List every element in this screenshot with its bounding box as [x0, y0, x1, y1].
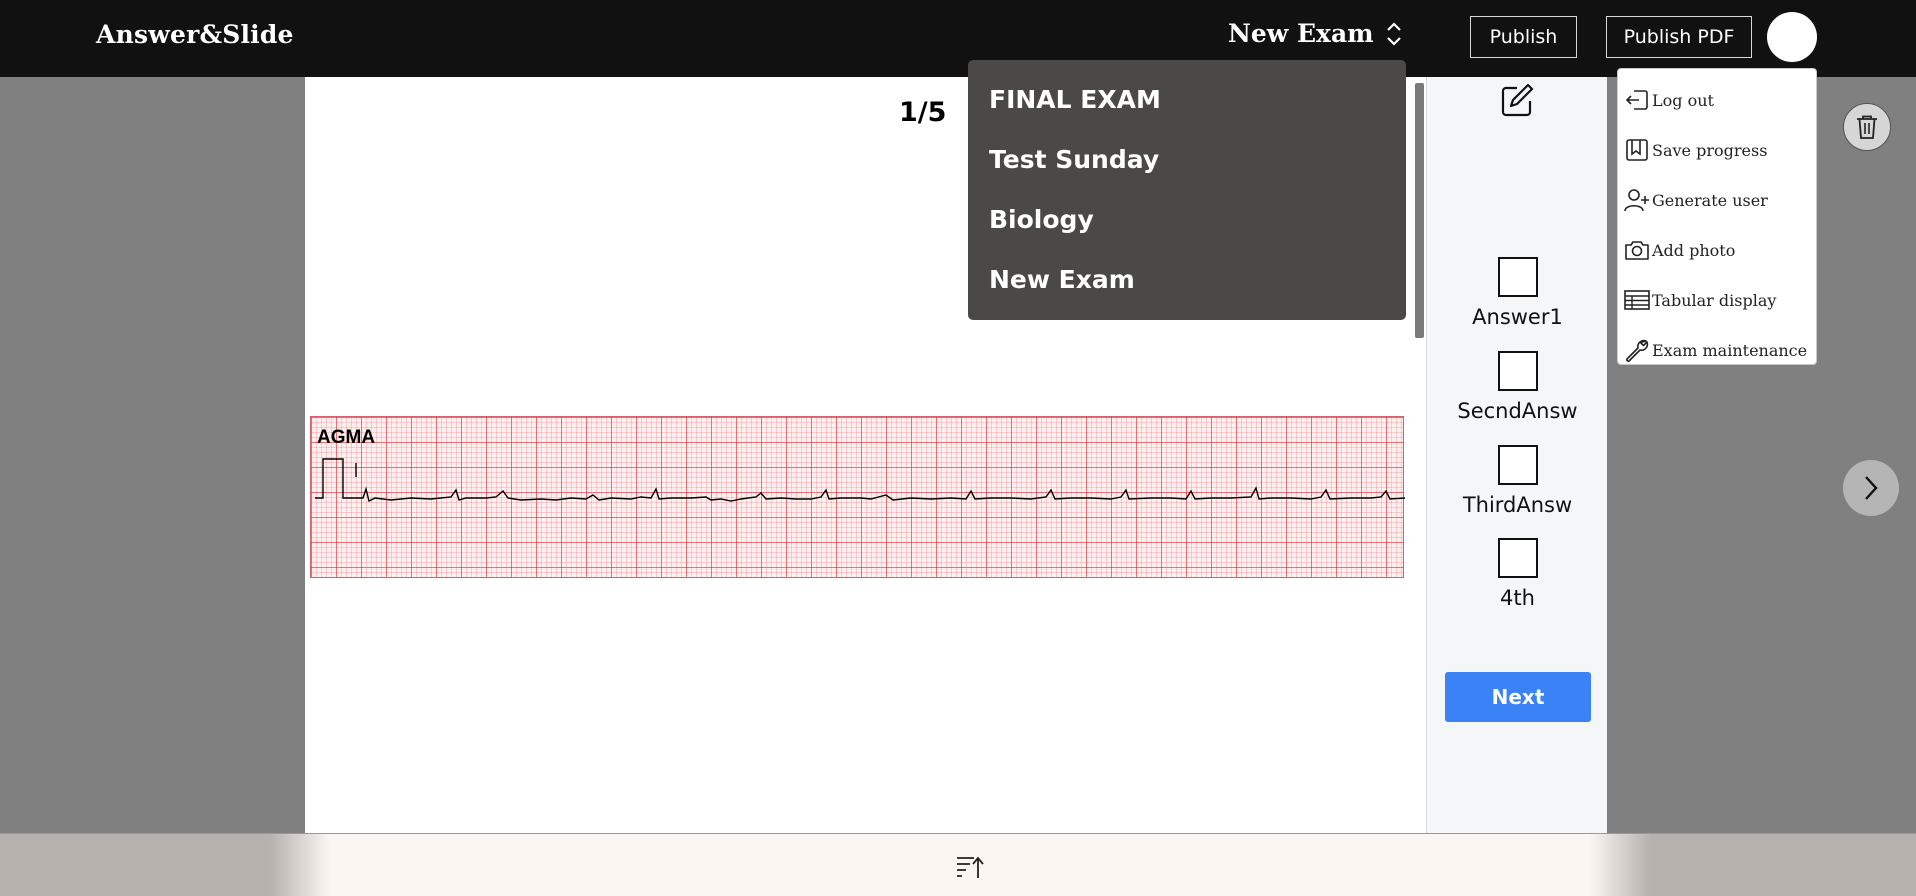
answer-panel: Answer1 SecndAnsw ThirdAnsw 4th Next	[1426, 77, 1607, 833]
page-counter: 1/5	[899, 97, 947, 128]
answer-option[interactable]: ThirdAnsw	[1427, 445, 1608, 517]
answer-checkbox[interactable]	[1497, 257, 1538, 297]
top-bar: Answer&Slide New Exam Publish Publish PD…	[0, 0, 1916, 77]
chevron-right-icon	[1865, 476, 1878, 500]
answer-checkbox[interactable]	[1497, 351, 1538, 391]
ecg-trace	[315, 458, 1405, 503]
answer-option[interactable]: 4th	[1427, 538, 1608, 610]
chevron-up-down-icon	[1386, 21, 1401, 46]
sort-ascending-icon[interactable]	[956, 854, 984, 880]
trash-icon	[1857, 115, 1877, 139]
exam-dropdown: FINAL EXAM Test Sunday Biology New Exam	[968, 60, 1406, 320]
menu-item-label: Log out	[1652, 90, 1714, 110]
exam-option-biology[interactable]: Biology	[968, 199, 1406, 259]
menu-item-label: Save progress	[1652, 140, 1768, 160]
exam-option-new-exam[interactable]: New Exam	[968, 259, 1406, 319]
next-slide-button[interactable]	[1843, 460, 1899, 516]
publish-pdf-button[interactable]: Publish PDF	[1606, 16, 1752, 58]
answer-label: 4th	[1500, 586, 1535, 610]
menu-item-generate-user[interactable]: Generate user	[1618, 175, 1816, 225]
camera-icon	[1625, 241, 1649, 260]
bookmark-icon	[1626, 139, 1648, 161]
answer-label: SecndAnsw	[1457, 399, 1578, 423]
delete-slide-button[interactable]	[1843, 103, 1891, 151]
answer-option[interactable]: SecndAnsw	[1427, 351, 1608, 423]
table-icon	[1624, 290, 1650, 310]
menu-item-add-photo[interactable]: Add photo	[1618, 225, 1816, 275]
slide-scrollbar[interactable]	[1415, 83, 1424, 338]
next-button[interactable]: Next	[1445, 672, 1591, 722]
log-out-icon	[1625, 90, 1648, 110]
menu-item-label: Exam maintenance	[1652, 340, 1808, 360]
menu-item-exam-maintenance[interactable]: Exam maintenance	[1618, 325, 1816, 375]
bottom-bar	[0, 833, 1916, 896]
menu-item-label: Tabular display	[1652, 290, 1777, 310]
app-logo[interactable]: Answer&Slide	[96, 20, 294, 49]
add-user-icon	[1624, 189, 1649, 212]
answer-checkbox[interactable]	[1497, 445, 1538, 485]
answer-label: ThirdAnsw	[1462, 493, 1573, 517]
ecg-strip-image: AGMA	[310, 416, 1405, 578]
menu-item-tabular-display[interactable]: Tabular display	[1618, 275, 1816, 325]
answer-checkbox[interactable]	[1497, 538, 1538, 578]
exam-option-final-exam[interactable]: FINAL EXAM	[968, 79, 1406, 139]
menu-item-label: Generate user	[1652, 190, 1768, 210]
publish-button[interactable]: Publish	[1470, 16, 1577, 58]
answer-label: Answer1	[1472, 305, 1563, 329]
exam-option-test-sunday[interactable]: Test Sunday	[968, 139, 1406, 199]
selected-exam-label: New Exam	[1228, 19, 1374, 48]
menu-item-log-out[interactable]: Log out	[1618, 75, 1816, 125]
user-menu: Log out Save progress Generate user Add …	[1617, 68, 1817, 365]
avatar[interactable]	[1767, 12, 1817, 62]
wrench-icon	[1626, 339, 1649, 362]
answer-option[interactable]: Answer1	[1427, 257, 1608, 329]
edit-icon[interactable]	[1499, 81, 1535, 119]
exam-selector[interactable]: New Exam	[1228, 19, 1402, 48]
menu-item-save-progress[interactable]: Save progress	[1618, 125, 1816, 175]
menu-item-label: Add photo	[1652, 240, 1736, 260]
